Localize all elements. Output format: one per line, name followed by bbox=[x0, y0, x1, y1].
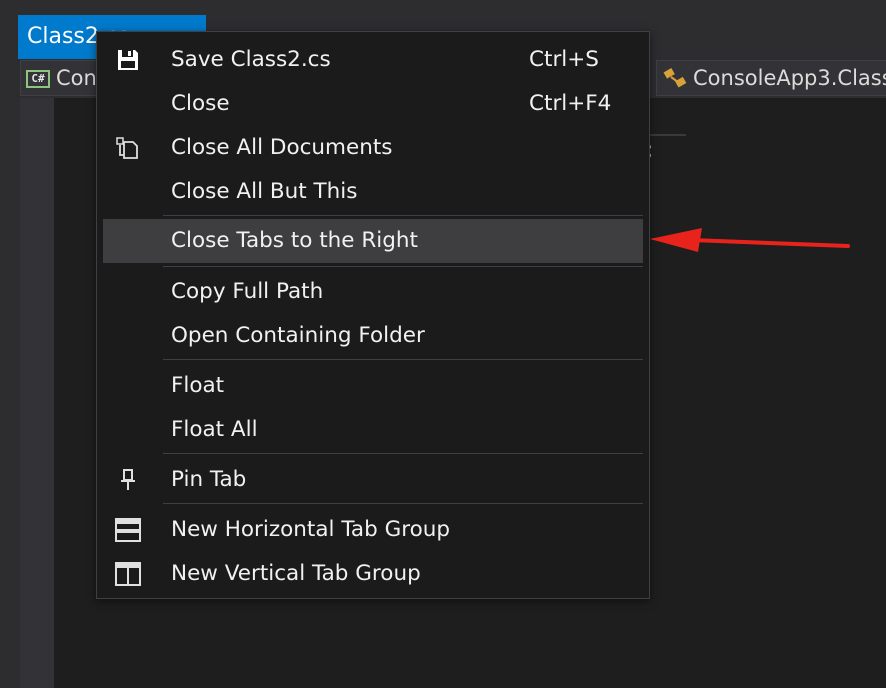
menu-separator bbox=[163, 453, 643, 454]
menu-item-close-all-but-this[interactable]: Close All But This bbox=[101, 170, 645, 214]
save-icon bbox=[118, 50, 138, 70]
menu-item-save[interactable]: Save Class2.cs Ctrl+S bbox=[101, 38, 645, 82]
menu-item-pin-tab[interactable]: Pin Tab bbox=[101, 458, 645, 502]
menu-item-float-all[interactable]: Float All bbox=[101, 408, 645, 452]
horizontal-tab-group-icon bbox=[115, 518, 141, 542]
float-label: Float bbox=[171, 373, 225, 398]
new-horizontal-tab-group-label: New Horizontal Tab Group bbox=[171, 517, 451, 542]
menu-separator bbox=[163, 359, 643, 360]
open-containing-folder-label: Open Containing Folder bbox=[171, 323, 425, 348]
vertical-tab-group-icon bbox=[115, 562, 141, 586]
menu-item-close-all-documents[interactable]: Close All Documents bbox=[101, 126, 645, 170]
float-all-label: Float All bbox=[171, 417, 258, 442]
class-icon bbox=[663, 68, 687, 88]
close-shortcut: Ctrl+F4 bbox=[529, 91, 612, 116]
type-dropdown[interactable]: ConsoleApp3.Class2 bbox=[656, 60, 886, 96]
save-label: Save Class2.cs bbox=[171, 47, 331, 72]
code-underline bbox=[646, 134, 686, 136]
close-all-documents-label: Close All Documents bbox=[171, 135, 393, 160]
menu-item-float[interactable]: Float bbox=[101, 364, 645, 408]
close-label: Close bbox=[171, 91, 230, 116]
menu-separator bbox=[163, 215, 643, 216]
menu-item-copy-full-path[interactable]: Copy Full Path bbox=[101, 270, 645, 314]
red-arrow-annotation bbox=[650, 228, 850, 252]
close-all-documents-icon bbox=[116, 137, 138, 159]
type-dropdown-label: ConsoleApp3.Class2 bbox=[693, 66, 886, 90]
editor-margin bbox=[20, 98, 54, 688]
menu-separator bbox=[163, 266, 643, 267]
close-all-but-this-label: Close All But This bbox=[171, 179, 358, 204]
csharp-file-icon: C# bbox=[26, 70, 50, 88]
menu-item-close[interactable]: Close Ctrl+F4 bbox=[101, 82, 645, 126]
menu-item-new-horizontal-tab-group[interactable]: New Horizontal Tab Group bbox=[101, 508, 645, 552]
close-tabs-to-the-right-label: Close Tabs to the Right bbox=[171, 228, 418, 253]
save-shortcut: Ctrl+S bbox=[529, 47, 599, 72]
menu-item-close-tabs-to-the-right[interactable]: Close Tabs to the Right bbox=[103, 219, 643, 263]
tab-context-menu: Save Class2.cs Ctrl+S Close Ctrl+F4 Clos… bbox=[96, 31, 650, 599]
pin-icon bbox=[121, 469, 135, 490]
copy-full-path-label: Copy Full Path bbox=[171, 279, 324, 304]
menu-item-open-containing-folder[interactable]: Open Containing Folder bbox=[101, 314, 645, 358]
menu-item-new-vertical-tab-group[interactable]: New Vertical Tab Group bbox=[101, 552, 645, 596]
menu-separator bbox=[163, 503, 643, 504]
left-edge-strip bbox=[0, 0, 20, 688]
pin-tab-label: Pin Tab bbox=[171, 467, 247, 492]
new-vertical-tab-group-label: New Vertical Tab Group bbox=[171, 561, 421, 586]
